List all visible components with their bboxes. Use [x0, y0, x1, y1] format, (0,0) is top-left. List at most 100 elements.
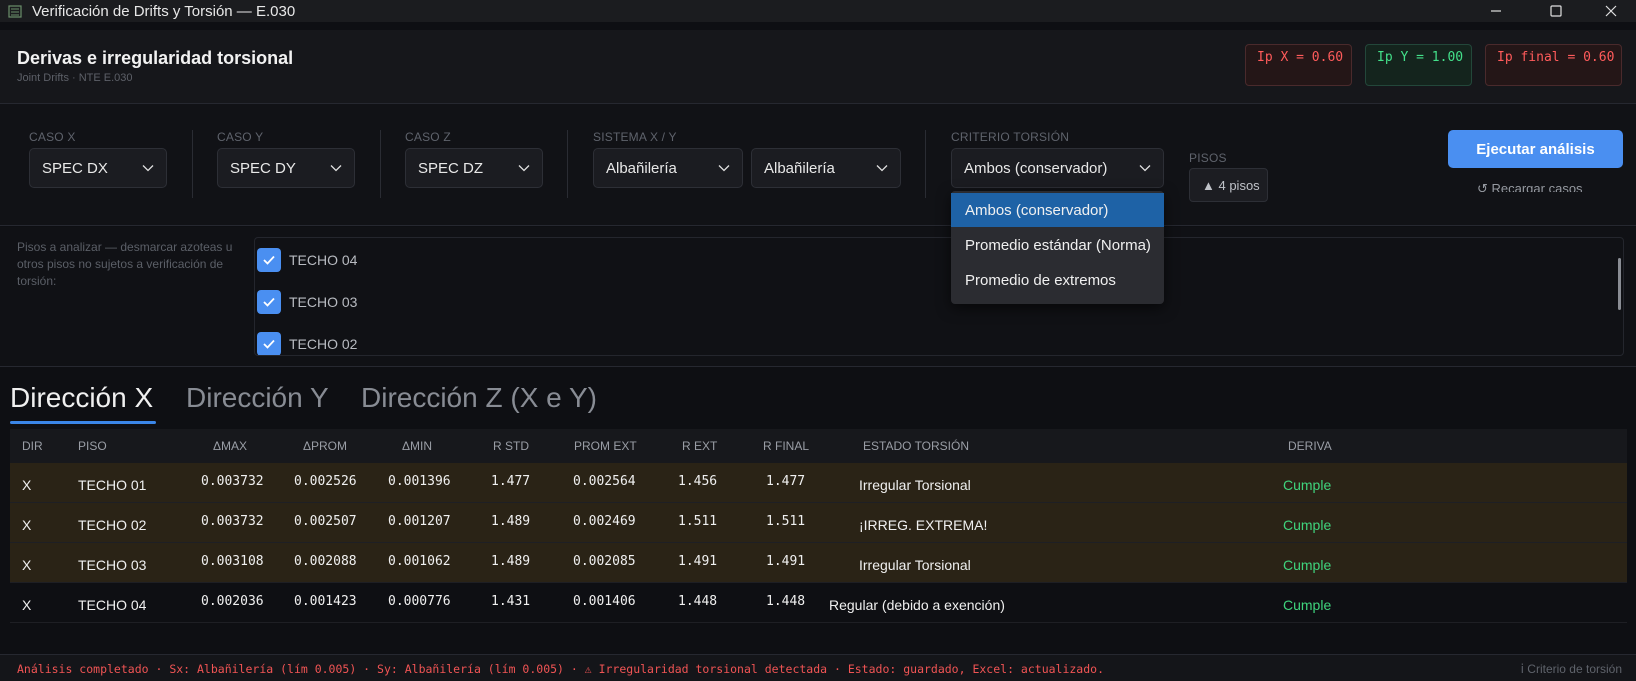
status-bar: Análisis completado · Sx: Albañilería (l…: [0, 654, 1636, 681]
cell-dmin: 0.001207: [388, 514, 451, 529]
cell-rext: 1.511: [678, 514, 718, 529]
cell-rfinal: 1.511: [766, 514, 806, 529]
floor-item[interactable]: TECHO 02: [257, 332, 357, 355]
checkbox[interactable]: [257, 290, 281, 314]
chevron-down-icon: [330, 165, 342, 172]
close-button[interactable]: [1588, 0, 1634, 22]
status-message: Análisis completado · Sx: Albañilería (l…: [17, 662, 1105, 676]
caso-y-value: SPEC DY: [230, 159, 296, 177]
table-row[interactable]: X TECHO 02 0.003732 0.002507 0.001207 1.…: [10, 503, 1627, 543]
tab-direccion-z[interactable]: Dirección Z (X e Y): [361, 382, 597, 414]
cell-estado: Irregular Torsional: [859, 477, 971, 493]
caso-y-select[interactable]: SPEC DY: [217, 148, 355, 188]
cell-promext: 0.001406: [573, 594, 636, 609]
maximize-icon: [1550, 5, 1562, 17]
cell-dir: X: [22, 557, 32, 573]
ip-y-card: Ip Y = 1.00: [1365, 44, 1472, 86]
run-analysis-button[interactable]: Ejecutar análisis: [1448, 130, 1623, 168]
table-row[interactable]: X TECHO 04 0.002036 0.001423 0.000776 1.…: [10, 583, 1627, 623]
close-icon: [1605, 5, 1617, 17]
scrollbar[interactable]: [1618, 258, 1621, 310]
cell-dprom: 0.002088: [294, 554, 357, 569]
cell-promext: 0.002085: [573, 554, 636, 569]
chevron-down-icon: [142, 165, 154, 172]
sistema-x-select[interactable]: Albañilería: [593, 148, 743, 188]
cell-dmin: 0.000776: [388, 594, 451, 609]
floor-list[interactable]: TECHO 04 TECHO 03 TECHO 02: [254, 237, 1624, 356]
cell-rstd: 1.489: [491, 554, 531, 569]
ip-x-card: Ip X = 0.60: [1245, 44, 1352, 86]
chevron-down-icon: [518, 165, 530, 172]
cell-dmin: 0.001396: [388, 474, 451, 489]
sistema-x-value: Albañilería: [606, 159, 677, 177]
direction-tabs: Dirección X Dirección Y Dirección Z (X e…: [0, 368, 1636, 426]
cell-dir: X: [22, 517, 32, 533]
chevron-down-icon: [718, 165, 730, 172]
page-header: Derivas e irregularidad torsional Joint …: [0, 30, 1636, 104]
cell-rstd: 1.477: [491, 474, 531, 489]
tab-direccion-y[interactable]: Dirección Y: [186, 382, 329, 414]
active-tab-indicator: [10, 421, 156, 424]
column-header: ΔMAX: [213, 439, 248, 453]
cell-piso: TECHO 01: [78, 477, 147, 493]
cell-estado: Regular (debido a exención): [829, 597, 1005, 613]
table-row[interactable]: X TECHO 03 0.003108 0.002088 0.001062 1.…: [10, 543, 1627, 583]
ip-final-card: Ip final = 0.60: [1485, 44, 1622, 86]
table-header: DIR PISO ΔMAX ΔPROM ΔMIN R STD PROM EXT …: [10, 429, 1627, 463]
cell-promext: 0.002564: [573, 474, 636, 489]
cell-estado: ¡IRREG. EXTREMA!: [859, 517, 988, 533]
floor-item[interactable]: TECHO 03: [257, 290, 357, 314]
criterio-value: Ambos (conservador): [964, 159, 1108, 177]
sistema-label: SISTEMA X / Y: [593, 130, 677, 144]
checkbox[interactable]: [257, 248, 281, 272]
page-title: Derivas e irregularidad torsional: [17, 48, 294, 68]
cell-dir: X: [22, 597, 32, 613]
cell-rfinal: 1.491: [766, 554, 806, 569]
floors-panel: Pisos a analizar — desmarcar azoteas u o…: [0, 227, 1636, 367]
cell-rfinal: 1.477: [766, 474, 806, 489]
page-subtitle: Joint Drifts · NTE E.030: [17, 72, 133, 84]
reload-cases-link[interactable]: ↺ Recargar casos: [1477, 181, 1583, 192]
criterio-label: CRITERIO TORSIÓN: [951, 130, 1070, 144]
criterio-dropdown: Ambos (conservador) Promedio estándar (N…: [951, 191, 1164, 304]
dropdown-option[interactable]: Ambos (conservador): [951, 193, 1164, 227]
cell-dmin: 0.001062: [388, 554, 451, 569]
tab-direccion-x[interactable]: Dirección X: [10, 382, 153, 414]
column-header: ΔPROM: [303, 439, 348, 453]
sistema-y-select[interactable]: Albañilería: [751, 148, 901, 188]
torsion-criteria-info[interactable]: ⅰ Criterio de torsión: [1521, 662, 1622, 676]
cell-piso: TECHO 04: [78, 597, 147, 613]
cell-deriva: Cumple: [1283, 597, 1332, 613]
caso-z-select[interactable]: SPEC DZ: [405, 148, 543, 188]
caso-x-value: SPEC DX: [42, 159, 108, 177]
window-title: Verificación de Drifts y Torsión — E.030: [32, 2, 296, 20]
cell-rstd: 1.489: [491, 514, 531, 529]
floor-item[interactable]: TECHO 04: [257, 248, 357, 272]
app-icon: [6, 2, 24, 20]
cell-dprom: 0.002507: [294, 514, 357, 529]
column-header: R STD: [493, 439, 529, 453]
divider: [567, 130, 568, 198]
cell-deriva: Cumple: [1283, 477, 1332, 493]
checkbox[interactable]: [257, 332, 281, 355]
table-row[interactable]: X TECHO 01 0.003732 0.002526 0.001396 1.…: [10, 463, 1627, 503]
column-header: DERIVA: [1288, 439, 1332, 453]
maximize-button[interactable]: [1533, 0, 1579, 22]
column-header: R FINAL: [763, 439, 810, 453]
cell-estado: Irregular Torsional: [859, 557, 971, 573]
pisos-badge[interactable]: ▲ 4 pisos: [1189, 168, 1268, 202]
caso-z-label: CASO Z: [405, 130, 451, 144]
cell-promext: 0.002469: [573, 514, 636, 529]
minimize-button[interactable]: [1473, 0, 1519, 22]
caso-z-value: SPEC DZ: [418, 159, 484, 177]
chevron-down-icon: [1139, 165, 1151, 172]
dropdown-option[interactable]: Promedio de extremos: [951, 263, 1164, 297]
column-header: R EXT: [682, 439, 718, 453]
cell-rext: 1.448: [678, 594, 718, 609]
criterio-select[interactable]: Ambos (conservador): [951, 148, 1164, 188]
caso-y-label: CASO Y: [217, 130, 264, 144]
cell-rstd: 1.431: [491, 594, 531, 609]
dropdown-option[interactable]: Promedio estándar (Norma): [951, 228, 1164, 262]
divider: [925, 130, 926, 198]
caso-x-select[interactable]: SPEC DX: [29, 148, 167, 188]
